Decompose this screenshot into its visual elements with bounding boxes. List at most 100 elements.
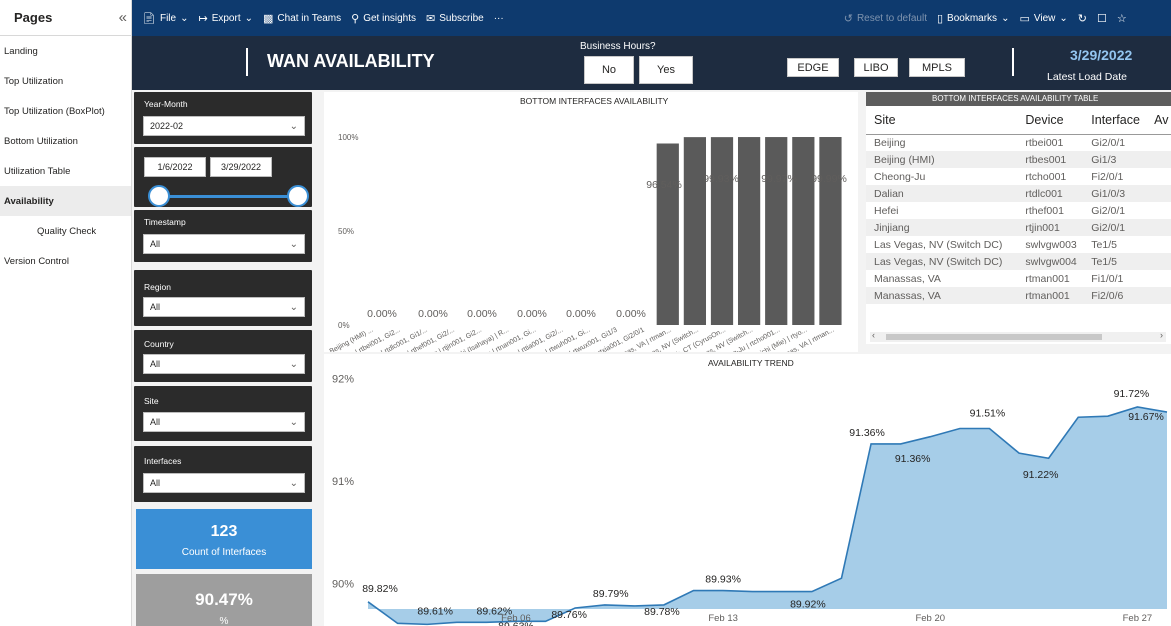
more-options-button[interactable]: ··· <box>494 13 504 24</box>
country-dropdown[interactable]: All ⌄ <box>143 354 305 374</box>
teams-icon: ▩ <box>263 12 274 25</box>
export-menu[interactable]: ↦ Export ⌄ <box>198 12 253 25</box>
scroll-right-icon[interactable]: › <box>1160 330 1163 340</box>
table-column-header[interactable]: Interface <box>1083 106 1147 135</box>
more-label: ··· <box>493 12 504 24</box>
table-row[interactable]: Cheong-Ju rtcho001 Fi2/0/1 <box>866 168 1171 185</box>
bar-y-tick-label: 100% <box>338 133 358 142</box>
page-item-availability[interactable]: Availability <box>0 186 131 216</box>
view-label: View <box>1033 12 1056 24</box>
refresh-button[interactable]: ↻ <box>1078 12 1087 25</box>
get-insights-button[interactable]: ⚲ Get insights <box>351 12 416 25</box>
trend-x-tick-label: Feb 20 <box>915 613 945 624</box>
country-label: Country <box>144 339 174 349</box>
view-menu[interactable]: ▭ View ⌄ <box>1019 12 1067 25</box>
subscribe-label: Subscribe <box>439 12 484 24</box>
end-date-handle[interactable] <box>287 185 309 207</box>
bar-mark <box>737 137 761 325</box>
table-header-row: Site Device Interface Av <box>866 106 1171 135</box>
favorite-button[interactable]: ☆ <box>1117 12 1127 25</box>
region-slicer: Region All ⌄ <box>134 270 312 326</box>
reset-to-default-button[interactable]: ↺ Reset to default <box>844 12 927 25</box>
table-cell: Gi1/3 <box>1083 151 1147 168</box>
trend-data-label: 91.67% <box>1128 411 1164 423</box>
chat-in-teams-button[interactable]: ▩ Chat in Teams <box>263 12 341 25</box>
business-hours-no-button[interactable]: No <box>584 56 634 84</box>
table-cell <box>1146 168 1171 185</box>
bar-data-label: 0.00% <box>367 308 397 320</box>
trend-chart-svg: 92%91%90%Feb 06 Feb 13 Feb 20 Feb 2789.82%8… <box>332 373 1168 626</box>
table-row[interactable]: Jinjiang rtjin001 Gi2/0/1 <box>866 219 1171 236</box>
table-cell: Te1/5 <box>1083 253 1147 270</box>
double-chevron-left-icon[interactable]: « <box>119 9 127 26</box>
table-column-header[interactable]: Av <box>1146 106 1171 135</box>
timestamp-dropdown[interactable]: All ⌄ <box>143 234 305 254</box>
region-dropdown[interactable]: All ⌄ <box>143 297 305 317</box>
page-item-utilization-table[interactable]: Utilization Table <box>0 156 131 186</box>
page-item-bottom-utilization[interactable]: Bottom Utilization <box>0 126 131 156</box>
start-date-handle[interactable] <box>148 185 170 207</box>
page-item-quality-check[interactable]: Quality Check <box>0 216 131 246</box>
site-dropdown[interactable]: All ⌄ <box>143 412 305 432</box>
table-cell: rtcho001 <box>1025 170 1067 183</box>
date-range-track <box>158 195 298 198</box>
report-title: WAN AVAILABILITY <box>267 51 435 71</box>
report-header: WAN AVAILABILITY Business Hours? No Yes … <box>132 36 1171 90</box>
command-bar: 📄︎ File ⌄ ↦ Export ⌄ ▩ Chat in Teams ⚲ G… <box>132 0 1171 36</box>
business-hours-yes-button[interactable]: Yes <box>639 56 693 84</box>
page-item-top-utilization-boxplot[interactable]: Top Utilization (BoxPlot) <box>0 96 131 126</box>
table-column-header[interactable]: Device <box>1017 106 1084 135</box>
chevron-down-icon: ⌄ <box>1001 12 1010 24</box>
page-item-top-utilization[interactable]: Top Utilization <box>0 66 131 96</box>
undo-icon: ↺ <box>843 12 853 25</box>
powerbi-report-window: Pages « Landing Top Utilization Top Utiliz… <box>0 0 1171 626</box>
page-item-version-control[interactable]: Version Control <box>0 246 131 276</box>
table-horizontal-scrollbar[interactable]: ‹ › <box>870 330 1166 342</box>
bookmarks-menu[interactable]: ▯ Bookmarks ⌄ <box>937 12 1009 25</box>
end-date-input[interactable]: 3/29/2022 <box>210 157 272 177</box>
bar-chart-svg: 100%50%0%Beijing (HMI) ...Beijing | rtbe… <box>329 133 847 352</box>
interfaces-dropdown[interactable]: All ⌄ <box>143 473 305 493</box>
trend-data-label: 89.76% <box>551 609 587 621</box>
scrollbar-thumb[interactable] <box>886 334 1102 340</box>
reset-label: Reset to default <box>856 12 927 24</box>
table-row[interactable]: Beijing (HMI) rtbes001 Gi1/3 <box>866 151 1171 168</box>
table-cell: Las Vegas, NV (Switch DC) <box>866 253 1018 270</box>
mpls-filter-button[interactable]: MPLS <box>909 58 965 77</box>
libo-filter-button[interactable]: LIBO <box>854 58 898 77</box>
table-row[interactable]: Las Vegas, NV (Switch DC) swlvgw003 Te1/5 <box>866 236 1171 253</box>
file-menu[interactable]: 📄︎ File ⌄ <box>142 12 188 25</box>
file-label: File <box>159 12 177 24</box>
bookmark-icon: ▯ <box>936 12 944 25</box>
file-icon: 📄︎ <box>142 12 156 25</box>
comments-button[interactable]: ☐ <box>1097 12 1107 25</box>
mail-icon: ✉ <box>426 12 436 25</box>
edge-filter-button[interactable]: EDGE <box>787 58 839 77</box>
table-cell: Gi2/0/1 <box>1091 204 1126 217</box>
page-item-landing[interactable]: Landing <box>0 36 131 66</box>
trend-data-label: 89.78% <box>644 606 680 618</box>
bar-mark <box>819 137 842 325</box>
business-hours-label: Business Hours? <box>580 41 656 52</box>
year-month-dropdown[interactable]: 2022-02 ⌄ <box>143 116 305 136</box>
table-row[interactable]: Las Vegas, NV (Switch DC) swlvgw004 Te1/5 <box>866 253 1171 270</box>
interfaces-label: Interfaces <box>144 456 182 466</box>
star-icon: ☆ <box>1116 12 1127 25</box>
table-cell: swlvgw003 <box>1025 238 1077 251</box>
site-label: Site <box>144 396 159 406</box>
bottom-interfaces-chart-panel: BOTTOM INTERFACES AVAILABILITY 100% 50% 0%… <box>324 92 858 352</box>
table-row[interactable]: Beijing rtbei001 Gi2/0/1 <box>866 134 1171 151</box>
table-row[interactable]: Manassas, VA rtman001 Fi1/0/1 <box>866 270 1171 287</box>
scroll-left-icon[interactable]: ‹ <box>872 330 875 340</box>
bar-data-label: 96.54% <box>646 179 682 191</box>
pages-panel-title: Pages <box>14 10 53 25</box>
table-column-header[interactable]: Site <box>866 106 1018 135</box>
subscribe-button[interactable]: ✉ Subscribe <box>426 12 484 25</box>
trend-data-label: 89.63% <box>498 620 534 626</box>
table-row[interactable]: Dalian rtdlc001 Gi1/0/3 <box>866 185 1171 202</box>
table-row[interactable]: Hefei rthef001 Gi2/0/1 <box>866 202 1171 219</box>
table-cell: Fi2/0/1 <box>1091 170 1124 183</box>
header-divider-right <box>1012 48 1014 76</box>
table-row[interactable]: Manassas, VA rtman001 Fi2/0/6 <box>866 287 1171 304</box>
start-date-input[interactable]: 1/6/2022 <box>144 157 206 177</box>
